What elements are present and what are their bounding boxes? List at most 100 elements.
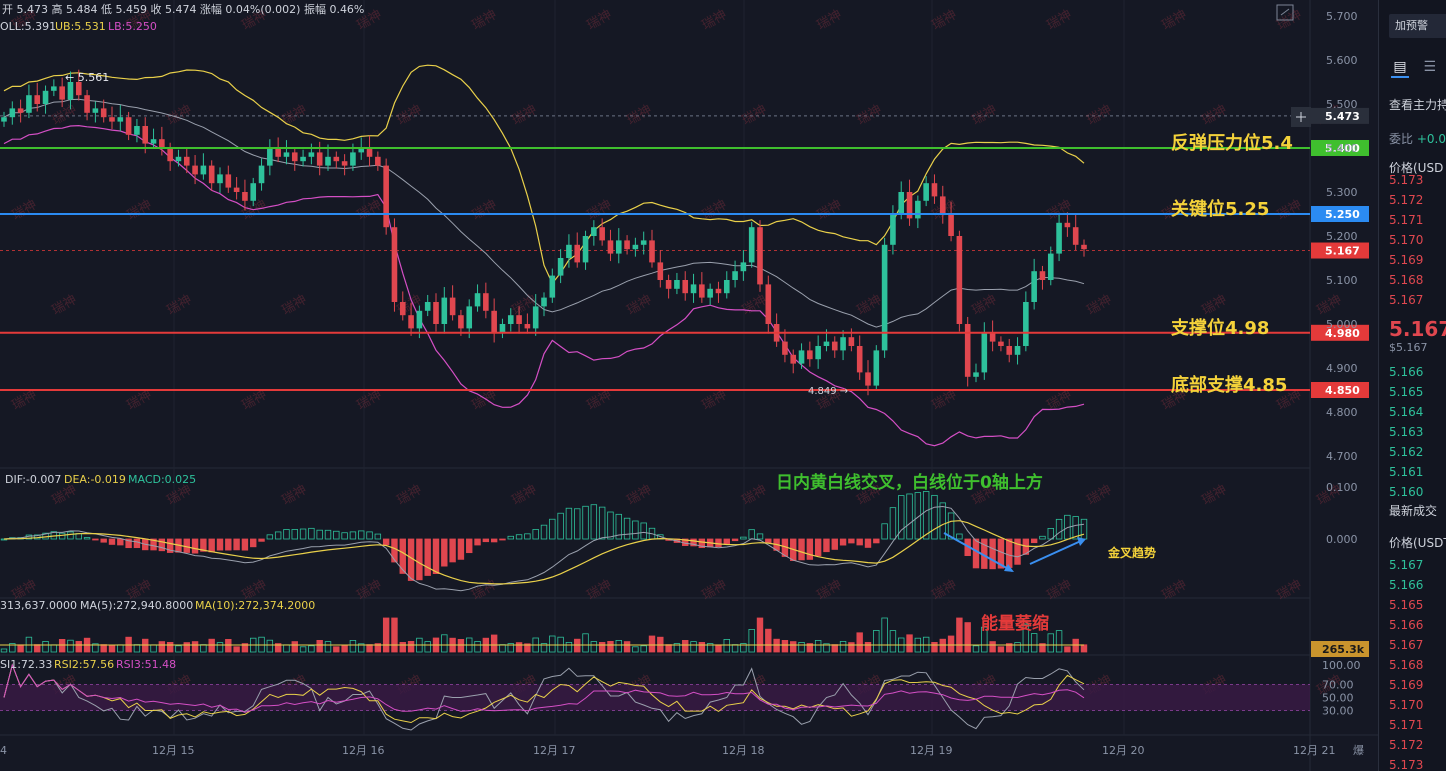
candle-body [258, 165, 265, 184]
candle-body [233, 187, 240, 192]
macd-bar [806, 538, 814, 560]
watermark-text: 瑞神 [510, 482, 540, 508]
add-alert-button[interactable]: 加预警 [1389, 14, 1446, 38]
macd-bar [441, 538, 448, 567]
bid-price-row[interactable]: 5.165 [1389, 382, 1423, 402]
candle-body [416, 310, 423, 329]
volume-bar [931, 642, 938, 653]
bid-price-row[interactable]: 5.162 [1389, 442, 1423, 462]
candle-body [159, 139, 165, 148]
macd-bar [1080, 518, 1088, 540]
macd-bar [756, 533, 764, 540]
volume-bar [407, 641, 415, 653]
macd-bar [183, 538, 190, 553]
volume-bar [67, 639, 74, 653]
macd-bar [474, 538, 481, 546]
bid-price-row[interactable]: 5.163 [1389, 422, 1423, 442]
watermark-text: 瑞神 [1275, 577, 1305, 603]
volume-bar [349, 640, 357, 653]
macd-bar [308, 527, 315, 540]
volume-bar [731, 644, 739, 653]
candle-body [34, 95, 41, 104]
ask-price-row[interactable]: 5.168 [1389, 270, 1423, 290]
candle-body [250, 183, 257, 201]
candle-body [715, 288, 722, 294]
macd-bar [499, 538, 506, 541]
watermark-text: 瑞神 [815, 197, 845, 223]
candle-body [208, 165, 215, 184]
macd-bar [391, 538, 398, 563]
vol-ma5-legend: MA(5):272,940.8000 [80, 599, 193, 612]
ask-price-row[interactable]: 5.171 [1389, 210, 1423, 230]
macd-bar [731, 538, 739, 542]
candle-body [483, 293, 489, 311]
volume-bar [208, 638, 215, 653]
macd-bar [108, 538, 116, 545]
watermark-text: 瑞神 [1045, 7, 1075, 33]
candle-body [682, 280, 689, 294]
volume-bar [158, 641, 166, 653]
bid-price-row[interactable]: 5.164 [1389, 402, 1423, 422]
candle-body [375, 156, 381, 166]
macd-bar [333, 530, 340, 540]
volume-bar [324, 641, 332, 653]
candle-body [275, 148, 281, 157]
volume-bar [200, 644, 207, 653]
candle-body [881, 244, 888, 351]
ask-price-row[interactable]: 5.172 [1389, 190, 1423, 210]
candle-body [491, 310, 497, 333]
candle-body [59, 86, 65, 100]
ask-price-row[interactable]: 5.170 [1389, 230, 1423, 250]
macd-bar [266, 534, 274, 540]
macd-bar [623, 517, 631, 540]
watermark-text: 瑞神 [970, 292, 1000, 318]
ask-price-row[interactable]: 5.167 [1389, 290, 1423, 310]
watermark-text: 瑞神 [1085, 482, 1115, 508]
list-icon[interactable]: ☰ [1421, 58, 1439, 76]
x-tick-label: 12月 20 [1102, 744, 1145, 757]
candle-body [532, 306, 539, 329]
candle-body [973, 372, 979, 377]
volume-bar [839, 641, 847, 653]
macd-bar [299, 528, 307, 540]
macd-bar [922, 491, 930, 540]
bid-price-row[interactable]: 5.166 [1389, 362, 1423, 382]
candle-body [931, 183, 938, 197]
watermark-text: 瑞神 [240, 197, 270, 223]
ask-price-row[interactable]: 5.169 [1389, 250, 1423, 270]
macd-bar [67, 531, 74, 540]
support-annotation: 支撑位4.98 [1171, 318, 1270, 339]
watermark-text: 瑞神 [1275, 197, 1305, 223]
ask-price-row[interactable]: 5.173 [1389, 170, 1423, 190]
bid-price-row[interactable]: 5.161 [1389, 462, 1423, 482]
main-position-link[interactable]: 查看主力持 [1389, 96, 1446, 113]
volume-bar [17, 644, 24, 653]
volume-bar [191, 641, 199, 653]
candle-body [1031, 271, 1037, 302]
macd-bar [798, 538, 805, 561]
chart-icon[interactable]: ▤ [1391, 58, 1409, 78]
volume-bar [814, 640, 822, 653]
rsi-tick-label: 100.00 [1322, 659, 1361, 672]
macd-bar [324, 529, 332, 540]
watermark-text: 瑞神 [10, 197, 40, 223]
candle-body [840, 337, 846, 351]
macd-bar [466, 538, 473, 554]
price-tag-label: 5.250 [1325, 208, 1360, 221]
watermark-text: 瑞神 [280, 292, 310, 318]
watermark-text: 瑞神 [1200, 102, 1230, 128]
candle-body [615, 240, 622, 254]
bid-price-row[interactable]: 5.160 [1389, 482, 1423, 502]
candle-body [17, 108, 24, 113]
y-tick-label: 5.400 [1326, 142, 1358, 155]
y-tick-label: 4.700 [1326, 450, 1358, 463]
watermark-text: 瑞神 [700, 577, 730, 603]
macd-bar [582, 505, 589, 540]
volume-bar [773, 638, 780, 653]
y-tick-label: 5.200 [1326, 230, 1358, 243]
watermark-text: 瑞神 [355, 197, 385, 223]
volume-bar [1047, 633, 1054, 653]
crosshair-add-icon[interactable] [1291, 107, 1311, 127]
volume-bar [989, 641, 996, 653]
watermark-text: 瑞神 [50, 292, 80, 318]
